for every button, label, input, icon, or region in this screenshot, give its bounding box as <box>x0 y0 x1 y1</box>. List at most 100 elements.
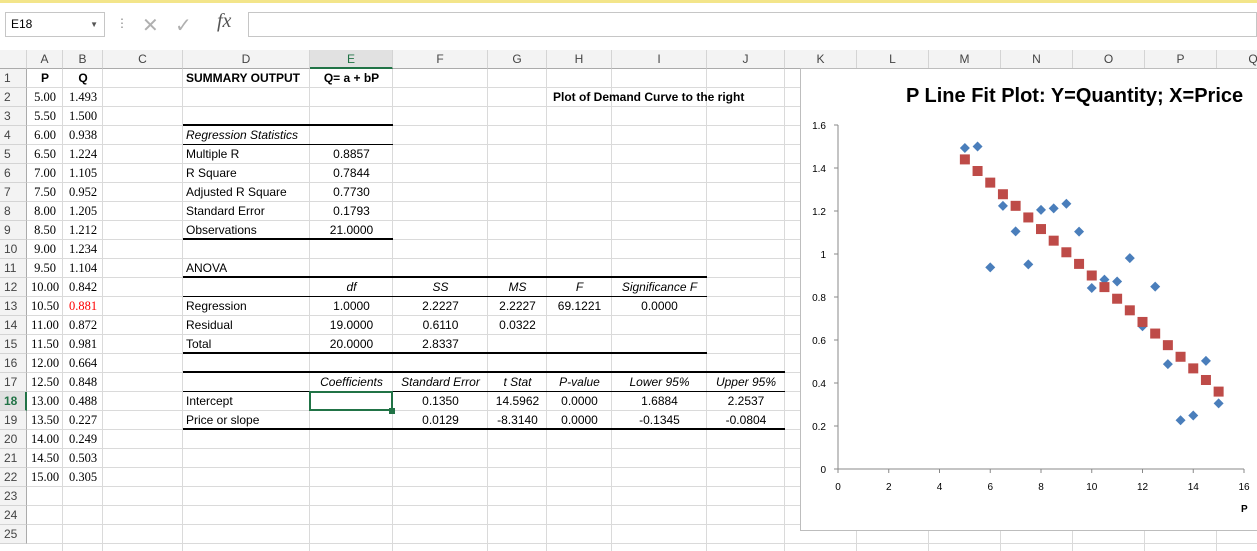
row-header-19[interactable]: 19 <box>0 411 27 430</box>
cell-a18[interactable]: 13.00 <box>27 392 63 411</box>
column-header-o[interactable]: O <box>1073 50 1145 69</box>
cell-a10[interactable]: 9.00 <box>27 240 63 259</box>
cell-b5[interactable]: 1.224 <box>63 145 103 164</box>
cell-j17[interactable]: Upper 95% <box>707 373 785 392</box>
row-header-15[interactable]: 15 <box>0 335 27 354</box>
cell-i13[interactable]: 0.0000 <box>612 297 707 316</box>
cell-i17[interactable]: Lower 95% <box>612 373 707 392</box>
column-header-q[interactable]: Q <box>1217 50 1257 69</box>
row-header-13[interactable]: 13 <box>0 297 27 316</box>
cell-a16[interactable]: 12.00 <box>27 354 63 373</box>
cell-a7[interactable]: 7.50 <box>27 183 63 202</box>
column-header-f[interactable]: F <box>393 50 488 69</box>
cell-e13[interactable]: 1.0000 <box>310 297 393 316</box>
cancel-icon[interactable]: ✕ <box>142 13 159 38</box>
cell-i12[interactable]: Significance F <box>612 278 707 297</box>
cell-j18[interactable]: 2.2537 <box>707 392 785 411</box>
cell-b7[interactable]: 0.952 <box>63 183 103 202</box>
row-header-18[interactable]: 18 <box>0 392 27 411</box>
row-header-2[interactable]: 2 <box>0 88 27 107</box>
cell-a9[interactable]: 8.50 <box>27 221 63 240</box>
cell-g18[interactable]: 14.5962 <box>488 392 547 411</box>
cell-d4[interactable]: Regression Statistics <box>183 126 310 145</box>
row-header-5[interactable]: 5 <box>0 145 27 164</box>
cell-f14[interactable]: 0.6110 <box>393 316 488 335</box>
cell-a5[interactable]: 6.50 <box>27 145 63 164</box>
line-fit-plot-chart[interactable]: P Line Fit Plot: Y=Quantity; X=Price P 0… <box>800 68 1257 531</box>
row-header-20[interactable]: 20 <box>0 430 27 449</box>
cell-b8[interactable]: 1.205 <box>63 202 103 221</box>
cell-a22[interactable]: 15.00 <box>27 468 63 487</box>
cell-f18[interactable]: 0.1350 <box>393 392 488 411</box>
cell-f17[interactable]: Standard Error <box>393 373 488 392</box>
cell-a14[interactable]: 11.00 <box>27 316 63 335</box>
cell-a21[interactable]: 14.50 <box>27 449 63 468</box>
selected-cell-e18[interactable] <box>309 391 393 411</box>
cell-a6[interactable]: 7.00 <box>27 164 63 183</box>
cell-d5[interactable]: Multiple R <box>183 145 310 164</box>
column-header-i[interactable]: I <box>612 50 707 69</box>
cell-a17[interactable]: 12.50 <box>27 373 63 392</box>
column-header-p[interactable]: P <box>1145 50 1217 69</box>
column-header-k[interactable]: K <box>785 50 857 69</box>
cell-a11[interactable]: 9.50 <box>27 259 63 278</box>
cell-h17[interactable]: P-value <box>547 373 612 392</box>
cell-b18[interactable]: 0.488 <box>63 392 103 411</box>
row-header-7[interactable]: 7 <box>0 183 27 202</box>
cell-a20[interactable]: 14.00 <box>27 430 63 449</box>
row-header-14[interactable]: 14 <box>0 316 27 335</box>
cell-e12[interactable]: df <box>310 278 393 297</box>
cell-g14[interactable]: 0.0322 <box>488 316 547 335</box>
cell-b22[interactable]: 0.305 <box>63 468 103 487</box>
cell-b1[interactable]: Q <box>63 69 103 88</box>
fill-handle[interactable] <box>389 408 395 414</box>
cell-e5[interactable]: 0.8857 <box>310 145 393 164</box>
column-header-j[interactable]: J <box>707 50 785 69</box>
cell-d7[interactable]: Adjusted R Square <box>183 183 310 202</box>
cell-f13[interactable]: 2.2227 <box>393 297 488 316</box>
cell-b12[interactable]: 0.842 <box>63 278 103 297</box>
column-header-l[interactable]: L <box>857 50 929 69</box>
cell-h18[interactable]: 0.0000 <box>547 392 612 411</box>
row-header-6[interactable]: 6 <box>0 164 27 183</box>
row-header-12[interactable]: 12 <box>0 278 27 297</box>
column-header-c[interactable]: C <box>103 50 183 69</box>
column-header-h[interactable]: H <box>547 50 612 69</box>
row-header-1[interactable]: 1 <box>0 69 27 88</box>
formula-bar-input[interactable] <box>248 12 1257 37</box>
cell-h13[interactable]: 69.1221 <box>547 297 612 316</box>
row-header-10[interactable]: 10 <box>0 240 27 259</box>
cell-a13[interactable]: 10.50 <box>27 297 63 316</box>
column-header-g[interactable]: G <box>488 50 547 69</box>
cell-e14[interactable]: 19.0000 <box>310 316 393 335</box>
cell-b6[interactable]: 1.105 <box>63 164 103 183</box>
cell-a4[interactable]: 6.00 <box>27 126 63 145</box>
cell-d18[interactable]: Intercept <box>183 392 310 411</box>
cell-b9[interactable]: 1.212 <box>63 221 103 240</box>
row-header-16[interactable]: 16 <box>0 354 27 373</box>
row-header-9[interactable]: 9 <box>0 221 27 240</box>
cell-e1[interactable]: Q= a + bP <box>310 69 393 88</box>
cell-e8[interactable]: 0.1793 <box>310 202 393 221</box>
cell-f12[interactable]: SS <box>393 278 488 297</box>
cell-b15[interactable]: 0.981 <box>63 335 103 354</box>
name-box[interactable]: E18 ▼ <box>5 12 105 37</box>
cell-e17[interactable]: Coefficients <box>310 373 393 392</box>
column-header-m[interactable]: M <box>929 50 1001 69</box>
cell-d6[interactable]: R Square <box>183 164 310 183</box>
cell-d8[interactable]: Standard Error <box>183 202 310 221</box>
cell-g12[interactable]: MS <box>488 278 547 297</box>
column-header-d[interactable]: D <box>183 50 310 69</box>
chevron-down-icon[interactable]: ▼ <box>90 13 98 36</box>
more-options-icon[interactable]: ⋮ <box>116 16 128 30</box>
cell-b21[interactable]: 0.503 <box>63 449 103 468</box>
column-header-b[interactable]: B <box>63 50 103 69</box>
column-header-a[interactable]: A <box>27 50 63 69</box>
cell-h2[interactable]: Plot of Demand Curve to the right <box>550 88 785 107</box>
cell-b16[interactable]: 0.664 <box>63 354 103 373</box>
cell-a15[interactable]: 11.50 <box>27 335 63 354</box>
cell-b17[interactable]: 0.848 <box>63 373 103 392</box>
insert-function-button[interactable]: fx <box>217 10 231 33</box>
cell-b3[interactable]: 1.500 <box>63 107 103 126</box>
cell-b11[interactable]: 1.104 <box>63 259 103 278</box>
